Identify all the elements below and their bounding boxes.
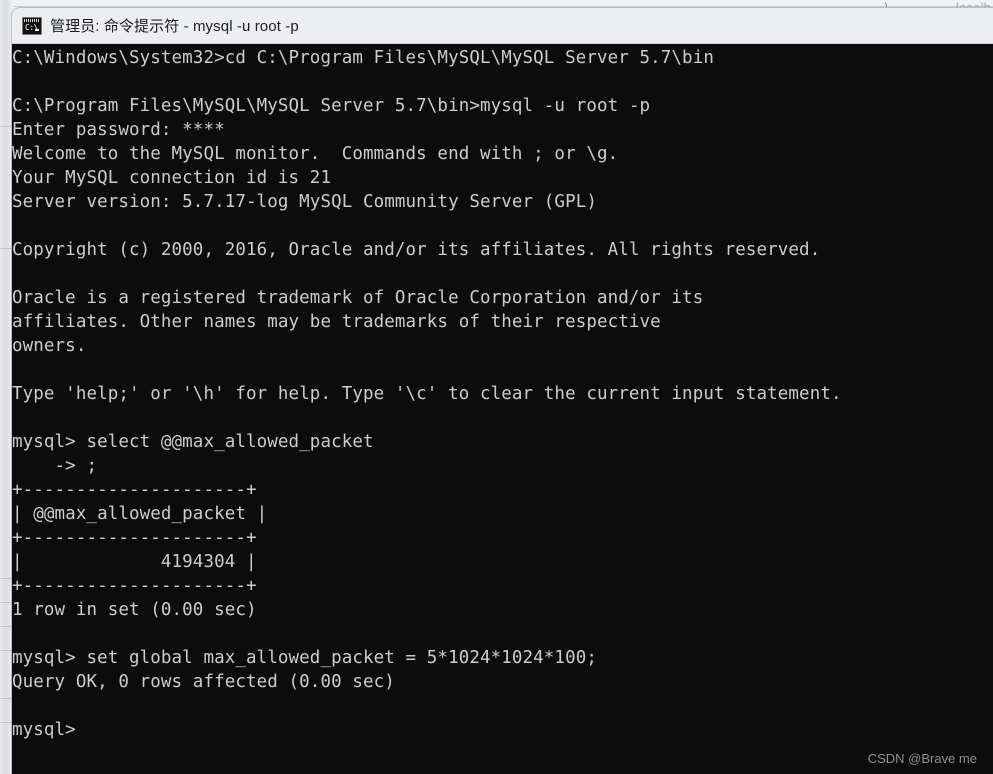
command-prompt-icon: C:\ — [22, 16, 42, 35]
background-top-divider — [0, 6, 993, 7]
cmd-icon-caret — [35, 28, 39, 31]
window-title: 管理员: 命令提示符 - mysql -u root -p — [50, 18, 299, 35]
window-titlebar[interactable]: C:\ 管理员: 命令提示符 - mysql -u root -p — [12, 8, 993, 44]
titlebar-stripe-icon — [24, 18, 40, 22]
csdn-watermark: CSDN @Brave me — [867, 751, 977, 766]
terminal-output: C:\Windows\System32>cd C:\Program Files\… — [12, 48, 842, 740]
terminal-surface[interactable]: C:\Windows\System32>cd C:\Program Files\… — [12, 44, 993, 774]
screenshot-root: \ localh C:\ 管理员: 命令提示符 - mysql -u root … — [0, 0, 993, 774]
command-prompt-window[interactable]: C:\ 管理员: 命令提示符 - mysql -u root -p C:\Win… — [12, 8, 993, 774]
